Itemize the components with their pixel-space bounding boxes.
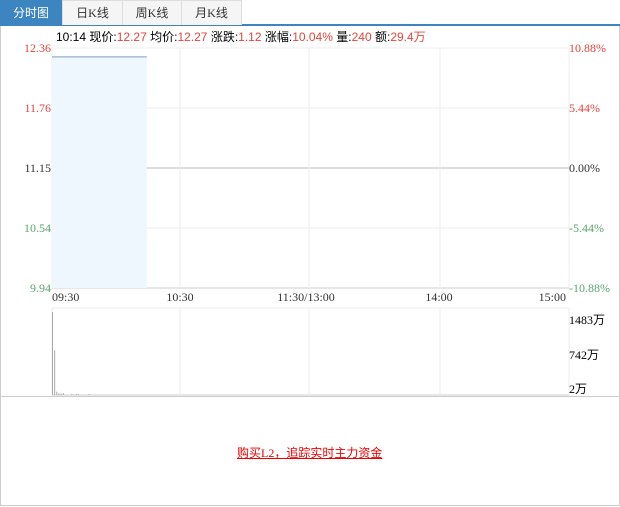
price-tick-label: 10.54 <box>24 221 51 235</box>
price-tick-label: 9.94 <box>30 281 51 295</box>
volume-tick-label: 1483万 <box>569 313 606 327</box>
time-tick-label: 10:30 <box>166 290 194 304</box>
quote-info: 10:14 现价:12.27 均价:12.27 涨跌:1.12 涨幅:10.04… <box>56 28 426 45</box>
amt-label: 额: <box>374 30 391 44</box>
price-tick-label: 11.76 <box>24 101 51 115</box>
time-tick-label: 09:30 <box>52 290 80 304</box>
avg-label: 均价: <box>150 30 178 44</box>
vol-value: 240 <box>351 30 372 44</box>
pct-value: 10.04% <box>292 30 333 44</box>
price-tick-label: 11.15 <box>24 161 51 175</box>
pct-tick-label: 0.00% <box>569 161 600 175</box>
time-tick-label: 14:00 <box>425 290 453 304</box>
info-time: 10:14 <box>56 30 87 44</box>
time-tick-label: 15:00 <box>538 290 566 304</box>
pct-tick-label: -10.88% <box>569 281 610 295</box>
intraday-chart <box>51 47 570 396</box>
price-label: 现价: <box>89 30 117 44</box>
pct-tick-label: 10.88% <box>569 41 606 55</box>
pct-tick-label: 5.44% <box>569 101 600 115</box>
amt-value: 29.4万 <box>390 30 426 44</box>
avg-value: 12.27 <box>177 30 208 44</box>
time-tick-label: 11:30/13:00 <box>277 290 335 304</box>
price-tick-label: 12.36 <box>24 41 51 55</box>
pct-tick-label: -5.44% <box>569 221 604 235</box>
change-value: 1.12 <box>238 30 262 44</box>
promo-area: 购买L2，追踪实时主力资金 <box>0 396 620 507</box>
volume-tick-label: 2万 <box>569 382 588 396</box>
pct-label: 涨幅: <box>264 30 293 44</box>
buy-l2-link[interactable]: 购买L2，追踪实时主力资金 <box>237 444 382 461</box>
vol-label: 量: <box>336 30 352 44</box>
change-label: 涨跌: <box>210 30 239 44</box>
price-value: 12.27 <box>116 30 147 44</box>
price-area <box>52 56 147 288</box>
volume-tick-label: 742万 <box>569 348 600 362</box>
